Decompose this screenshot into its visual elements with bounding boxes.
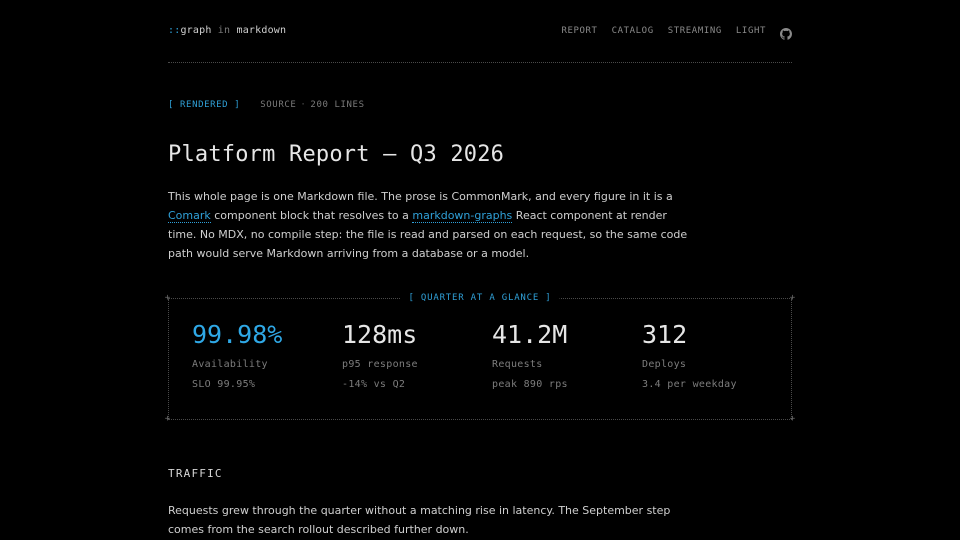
stat-value: 41.2M [492,320,568,349]
nav-catalog-link[interactable]: CATALOG [612,26,654,36]
stat-requests: 41.2M Requests peak 890 rps [492,320,642,391]
panel-border-left [168,299,169,419]
stat-sub: SLO 99.95% [192,379,256,390]
tab-source-label: SOURCE [260,100,297,110]
intro-text-2: component block that resolves to a [210,209,413,222]
stat-label: Requests [492,359,543,370]
stat-p95-response: 128ms p95 response -14% vs Q2 [342,320,492,391]
top-bar: ::graph in markdown REPORT CATALOG STREA… [168,22,792,42]
brand-logo[interactable]: ::graph in markdown [168,25,286,36]
stat-label: Availability [192,359,268,370]
page-title: Platform Report — Q3 2026 [168,142,505,167]
stat-value: 128ms [342,320,418,349]
glance-label: [ QUARTER AT A GLANCE ] [400,293,560,303]
tab-rendered[interactable]: [ RENDERED ] [168,100,240,110]
brand-joiner: in [217,25,231,36]
intro-text-1: This whole page is one Markdown file. Th… [168,190,673,203]
brand-name: graph [180,25,212,36]
comark-link[interactable]: Comark [168,209,211,223]
header-divider [168,62,792,63]
view-tabs: [ RENDERED ] SOURCE · 200 LINES [168,100,365,110]
corner-plus-icon: + [164,414,171,424]
stat-deploys: 312 Deploys 3.4 per weekday [642,320,792,391]
intro-paragraph: This whole page is one Markdown file. Th… [168,187,688,263]
github-icon[interactable] [780,25,792,40]
traffic-paragraph: Requests grew through the quarter withou… [168,504,671,536]
stat-label: p95 response [342,359,418,370]
corner-plus-icon: + [164,293,171,303]
corner-plus-icon: + [789,293,796,303]
stat-value: 99.98% [192,320,283,349]
brand-prefix: :: [168,25,181,36]
tab-source[interactable]: SOURCE · 200 LINES [260,100,364,110]
stat-sub: -14% vs Q2 [342,379,406,390]
stat-label: Deploys [642,359,687,370]
stat-availability: 99.98% Availability SLO 99.95% [192,320,342,391]
markdown-graphs-link[interactable]: markdown-graphs [412,209,513,223]
corner-plus-icon: + [789,414,796,424]
traffic-heading: TRAFFIC [168,467,223,480]
tab-separator: · [300,100,307,110]
stat-sub: peak 890 rps [492,379,568,390]
line-count: 200 LINES [310,100,365,110]
quarter-glance-panel: + + + + [ QUARTER AT A GLANCE ] 99.98% A… [165,293,795,424]
stat-value: 312 [642,320,688,349]
brand-suffix: markdown [236,25,287,36]
nav-streaming-link[interactable]: STREAMING [668,26,722,36]
nav-light-toggle[interactable]: LIGHT [736,26,766,36]
nav-report-link[interactable]: REPORT [561,26,597,36]
top-nav: REPORT CATALOG STREAMING LIGHT [547,25,792,40]
stat-sub: 3.4 per weekday [642,379,737,390]
